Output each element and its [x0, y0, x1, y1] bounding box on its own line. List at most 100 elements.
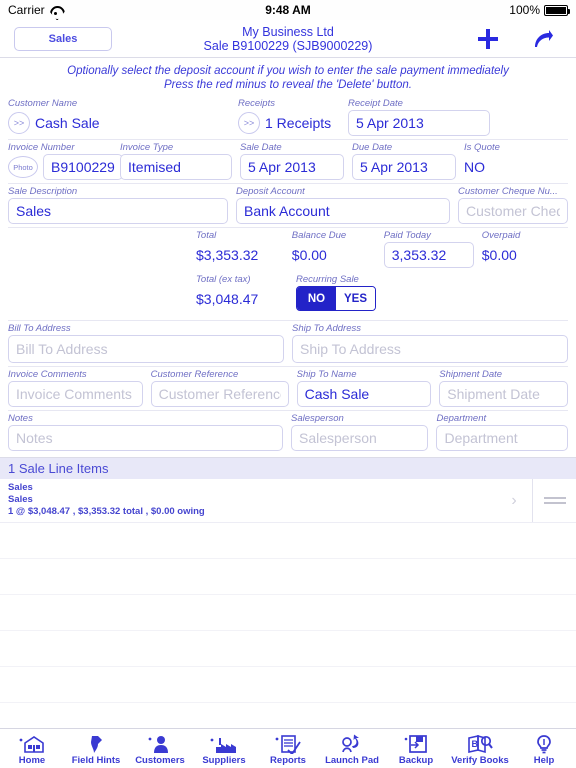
receipts-value: 1 Receipts	[265, 115, 332, 131]
factory-icon	[209, 732, 239, 754]
salesperson-placeholder: Salesperson	[298, 430, 377, 446]
field-customer-reference[interactable]: Customer Reference Customer Reference	[150, 369, 297, 407]
tab-label: Help	[533, 755, 555, 766]
department-placeholder: Department	[444, 430, 518, 446]
is-quote-label: Is Quote	[464, 142, 500, 153]
ship-to-name-value: Cash Sale	[304, 386, 370, 402]
drag-handle-icon[interactable]	[532, 479, 576, 522]
list-item	[0, 631, 576, 667]
plus-icon[interactable]	[478, 28, 498, 49]
total-label: Total	[196, 230, 217, 241]
field-total-ex-tax: Total (ex tax) $3,048.47	[196, 274, 296, 312]
status-bar-time: 9:48 AM	[265, 3, 311, 17]
bill-to-address-input[interactable]: Bill To Address	[8, 335, 284, 363]
field-receipts[interactable]: Receipts >> 1 Receipts	[238, 98, 348, 136]
shipment-date-input[interactable]: Shipment Date	[439, 381, 569, 407]
tab-home[interactable]: Home	[0, 732, 64, 768]
field-invoice-number[interactable]: Invoice Number Photo B9100229	[8, 142, 123, 180]
status-bar-right: 100%	[509, 3, 570, 17]
field-customer-cheque[interactable]: Customer Cheque Nu... Customer Cheq...	[458, 186, 568, 224]
tab-launch-pad[interactable]: Launch Pad	[320, 732, 384, 768]
ship-to-address-input[interactable]: Ship To Address	[292, 335, 568, 363]
total-ex-tax-value: $3,048.47	[196, 291, 259, 307]
field-invoice-type[interactable]: Invoice Type Itemised	[120, 142, 240, 180]
receipts-label: Receipts	[238, 98, 275, 109]
field-recurring-sale[interactable]: Recurring Sale NO YES	[296, 274, 426, 312]
recurring-sale-option-no[interactable]: NO	[297, 287, 336, 310]
tab-customers[interactable]: Customers	[128, 732, 192, 768]
sale-description-input[interactable]: Sales	[8, 198, 228, 224]
field-ship-to-address[interactable]: Ship To Address Ship To Address	[292, 323, 568, 363]
recurring-sale-option-yes[interactable]: YES	[336, 287, 375, 310]
salesperson-input[interactable]: Salesperson	[290, 425, 429, 451]
sale-date-input[interactable]: 5 Apr 2013	[240, 154, 344, 180]
sale-description-label: Sale Description	[8, 186, 78, 197]
line-item-line2: Sales	[8, 494, 33, 505]
notes-input[interactable]: Notes	[8, 425, 283, 451]
balance-due-label: Balance Due	[291, 230, 347, 241]
field-invoice-comments[interactable]: Invoice Comments Invoice Comments	[8, 369, 151, 407]
field-deposit-account[interactable]: Deposit Account Bank Account	[236, 186, 458, 224]
forward-arrow-icon[interactable]	[532, 29, 554, 49]
field-paid-today[interactable]: Paid Today 3,353.32	[383, 230, 482, 268]
list-item	[0, 667, 576, 703]
customer-cheque-label: Customer Cheque Nu...	[458, 186, 558, 197]
tab-field-hints[interactable]: Field Hints	[64, 732, 128, 768]
photo-icon[interactable]: Photo	[8, 156, 38, 178]
recurring-sale-segmented-control[interactable]: NO YES	[296, 286, 376, 311]
lightbulb-icon	[535, 732, 553, 754]
nav-actions	[478, 28, 576, 49]
line-item-details: Sales Sales 1 @ $3,048.47 , $3,353.32 to…	[0, 479, 496, 522]
field-receipt-date[interactable]: Receipt Date 5 Apr 2013	[348, 98, 498, 136]
nav-bar: Sales My Business Ltd Sale B9100229 (SJB…	[0, 20, 576, 58]
tab-suppliers[interactable]: Suppliers	[192, 732, 256, 768]
due-date-value: 5 Apr 2013	[360, 159, 428, 175]
customer-name-chevron-icon[interactable]: >>	[8, 112, 30, 134]
field-notes[interactable]: Notes Notes	[8, 413, 291, 451]
tab-backup[interactable]: Backup	[384, 732, 448, 768]
table-row[interactable]: Sales Sales 1 @ $3,048.47 , $3,353.32 to…	[0, 479, 576, 523]
form-row-description: Sale Description Sales Deposit Account B…	[8, 184, 568, 224]
customer-cheque-input[interactable]: Customer Cheq...	[458, 198, 568, 224]
paid-today-input[interactable]: 3,353.32	[383, 242, 474, 268]
battery-full-icon	[544, 4, 570, 16]
ship-to-name-input[interactable]: Cash Sale	[296, 381, 432, 407]
field-ship-to-name[interactable]: Ship To Name Cash Sale	[296, 369, 440, 407]
field-customer-name[interactable]: Customer Name >> Cash Sale	[8, 98, 238, 136]
field-due-date[interactable]: Due Date 5 Apr 2013	[352, 142, 464, 180]
field-is-quote[interactable]: Is Quote NO	[464, 142, 564, 180]
invoice-comments-input[interactable]: Invoice Comments	[8, 381, 143, 407]
overpaid-label: Overpaid	[481, 230, 521, 241]
back-button-sales[interactable]: Sales	[14, 26, 112, 51]
invoice-comments-placeholder: Invoice Comments	[16, 386, 132, 402]
invoice-type-input[interactable]: Itemised	[120, 154, 232, 180]
paid-today-value: 3,353.32	[391, 247, 447, 263]
department-input[interactable]: Department	[436, 425, 568, 451]
customer-reference-input[interactable]: Customer Reference	[150, 381, 289, 407]
receipts-chevron-icon[interactable]: >>	[238, 112, 260, 134]
receipt-date-input[interactable]: 5 Apr 2013	[348, 110, 490, 136]
tab-help[interactable]: Help	[512, 732, 576, 768]
person-icon	[147, 732, 173, 754]
field-salesperson[interactable]: Salesperson Salesperson	[290, 413, 437, 451]
invoice-number-value: B9100229	[51, 159, 115, 175]
ship-to-address-label: Ship To Address	[292, 323, 362, 334]
invoice-number-input[interactable]: B9100229	[43, 154, 123, 180]
field-shipment-date[interactable]: Shipment Date Shipment Date	[439, 369, 569, 407]
chevron-right-icon[interactable]: ›	[496, 479, 532, 522]
tab-reports[interactable]: Reports	[256, 732, 320, 768]
instructions-block: Optionally select the deposit account if…	[0, 58, 576, 96]
customer-cheque-placeholder: Customer Cheq...	[466, 203, 560, 219]
invoice-number-label: Invoice Number	[8, 142, 75, 153]
tab-verify-books[interactable]: B Verify Books	[448, 732, 512, 768]
field-sale-date[interactable]: Sale Date 5 Apr 2013	[240, 142, 352, 180]
field-bill-to-address[interactable]: Bill To Address Bill To Address	[8, 323, 292, 363]
floppy-disk-icon	[403, 732, 429, 754]
field-sale-description[interactable]: Sale Description Sales	[8, 186, 236, 224]
battery-percent-label: 100%	[509, 3, 540, 17]
due-date-input[interactable]: 5 Apr 2013	[352, 154, 456, 180]
deposit-account-input[interactable]: Bank Account	[236, 198, 450, 224]
form-row-totals: Total $3,353.32 Balance Due $0.00 Paid T…	[8, 228, 568, 268]
notes-placeholder: Notes	[16, 430, 53, 446]
field-department[interactable]: Department Department	[436, 413, 568, 451]
